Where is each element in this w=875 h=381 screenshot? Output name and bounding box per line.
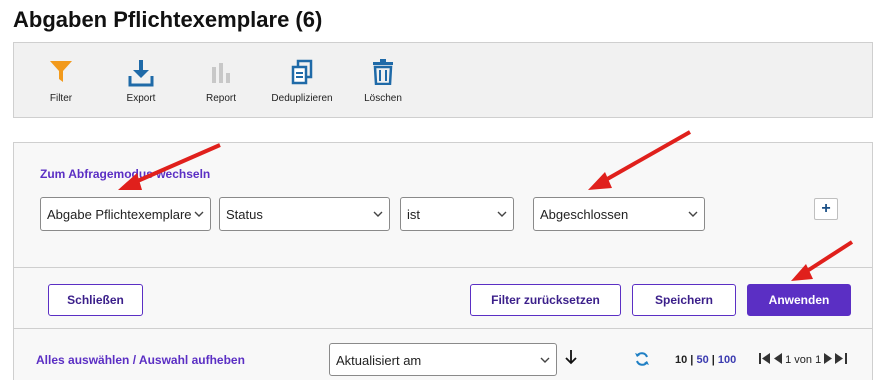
filter-button[interactable]: Filter bbox=[23, 55, 99, 111]
report-icon bbox=[183, 59, 259, 87]
filter-icon bbox=[23, 59, 99, 87]
next-page-icon[interactable] bbox=[824, 353, 833, 367]
add-filter-button[interactable]: + bbox=[814, 198, 838, 220]
filter-panel: Zum Abfragemodus wechseln Abgabe Pflicht… bbox=[13, 142, 873, 380]
sort-select-value: Aktualisiert am bbox=[336, 353, 422, 368]
trash-icon bbox=[345, 59, 421, 87]
export-button[interactable]: Export bbox=[103, 55, 179, 111]
page-size-100[interactable]: 100 bbox=[718, 354, 736, 366]
field-select-value: Abgabe Pflichtexemplare bbox=[47, 207, 192, 222]
attribute-select-value: Status bbox=[226, 207, 263, 222]
export-label: Export bbox=[126, 93, 156, 104]
select-all-link[interactable]: Alles auswählen / Auswahl aufheben bbox=[36, 353, 245, 367]
delete-label: Löschen bbox=[364, 93, 402, 104]
sort-direction-icon[interactable] bbox=[564, 348, 578, 371]
page-size-options: 10 | 50 | 100 bbox=[675, 354, 737, 366]
page-indicator: 1 von 1 bbox=[785, 353, 822, 366]
query-mode-link[interactable]: Zum Abfragemodus wechseln bbox=[40, 167, 210, 181]
toolbar: Filter Export Report Deduplizieren Lösch… bbox=[13, 42, 873, 118]
report-button[interactable]: Report bbox=[183, 55, 259, 111]
refresh-icon[interactable] bbox=[634, 351, 650, 372]
page-title: Abgaben Pflichtexemplare (6) bbox=[13, 7, 323, 32]
last-page-icon[interactable] bbox=[835, 353, 848, 367]
first-page-icon[interactable] bbox=[759, 353, 771, 367]
chevron-down-icon bbox=[540, 357, 550, 363]
list-toolbar: Alles auswählen / Auswahl aufheben Aktua… bbox=[14, 329, 872, 381]
value-select-value: Abgeschlossen bbox=[540, 207, 629, 222]
deduplicate-label: Deduplizieren bbox=[271, 93, 333, 104]
value-select[interactable]: Abgeschlossen bbox=[533, 197, 705, 231]
chevron-down-icon bbox=[497, 211, 507, 217]
page-size-50[interactable]: 50 bbox=[696, 354, 708, 366]
divider bbox=[14, 267, 872, 268]
apply-button[interactable]: Anwenden bbox=[747, 284, 851, 316]
prev-page-icon[interactable] bbox=[774, 353, 783, 367]
page-size-10[interactable]: 10 bbox=[675, 354, 687, 366]
report-label: Report bbox=[205, 93, 236, 104]
operator-select[interactable]: ist bbox=[400, 197, 514, 231]
sort-select[interactable]: Aktualisiert am bbox=[329, 343, 557, 376]
export-icon bbox=[103, 59, 179, 87]
filter-label: Filter bbox=[49, 93, 73, 104]
close-button[interactable]: Schließen bbox=[48, 284, 143, 316]
chevron-down-icon bbox=[194, 211, 204, 217]
deduplicate-icon bbox=[264, 59, 340, 87]
save-button[interactable]: Speichern bbox=[632, 284, 736, 316]
pager: 1 von 1 bbox=[759, 353, 848, 367]
field-select[interactable]: Abgabe Pflichtexemplare bbox=[40, 197, 211, 231]
chevron-down-icon bbox=[688, 211, 698, 217]
reset-filter-button[interactable]: Filter zurücksetzen bbox=[470, 284, 621, 316]
deduplicate-button[interactable]: Deduplizieren bbox=[264, 55, 340, 111]
attribute-select[interactable]: Status bbox=[219, 197, 390, 231]
delete-button[interactable]: Löschen bbox=[345, 55, 421, 111]
operator-select-value: ist bbox=[407, 207, 420, 222]
chevron-down-icon bbox=[373, 211, 383, 217]
